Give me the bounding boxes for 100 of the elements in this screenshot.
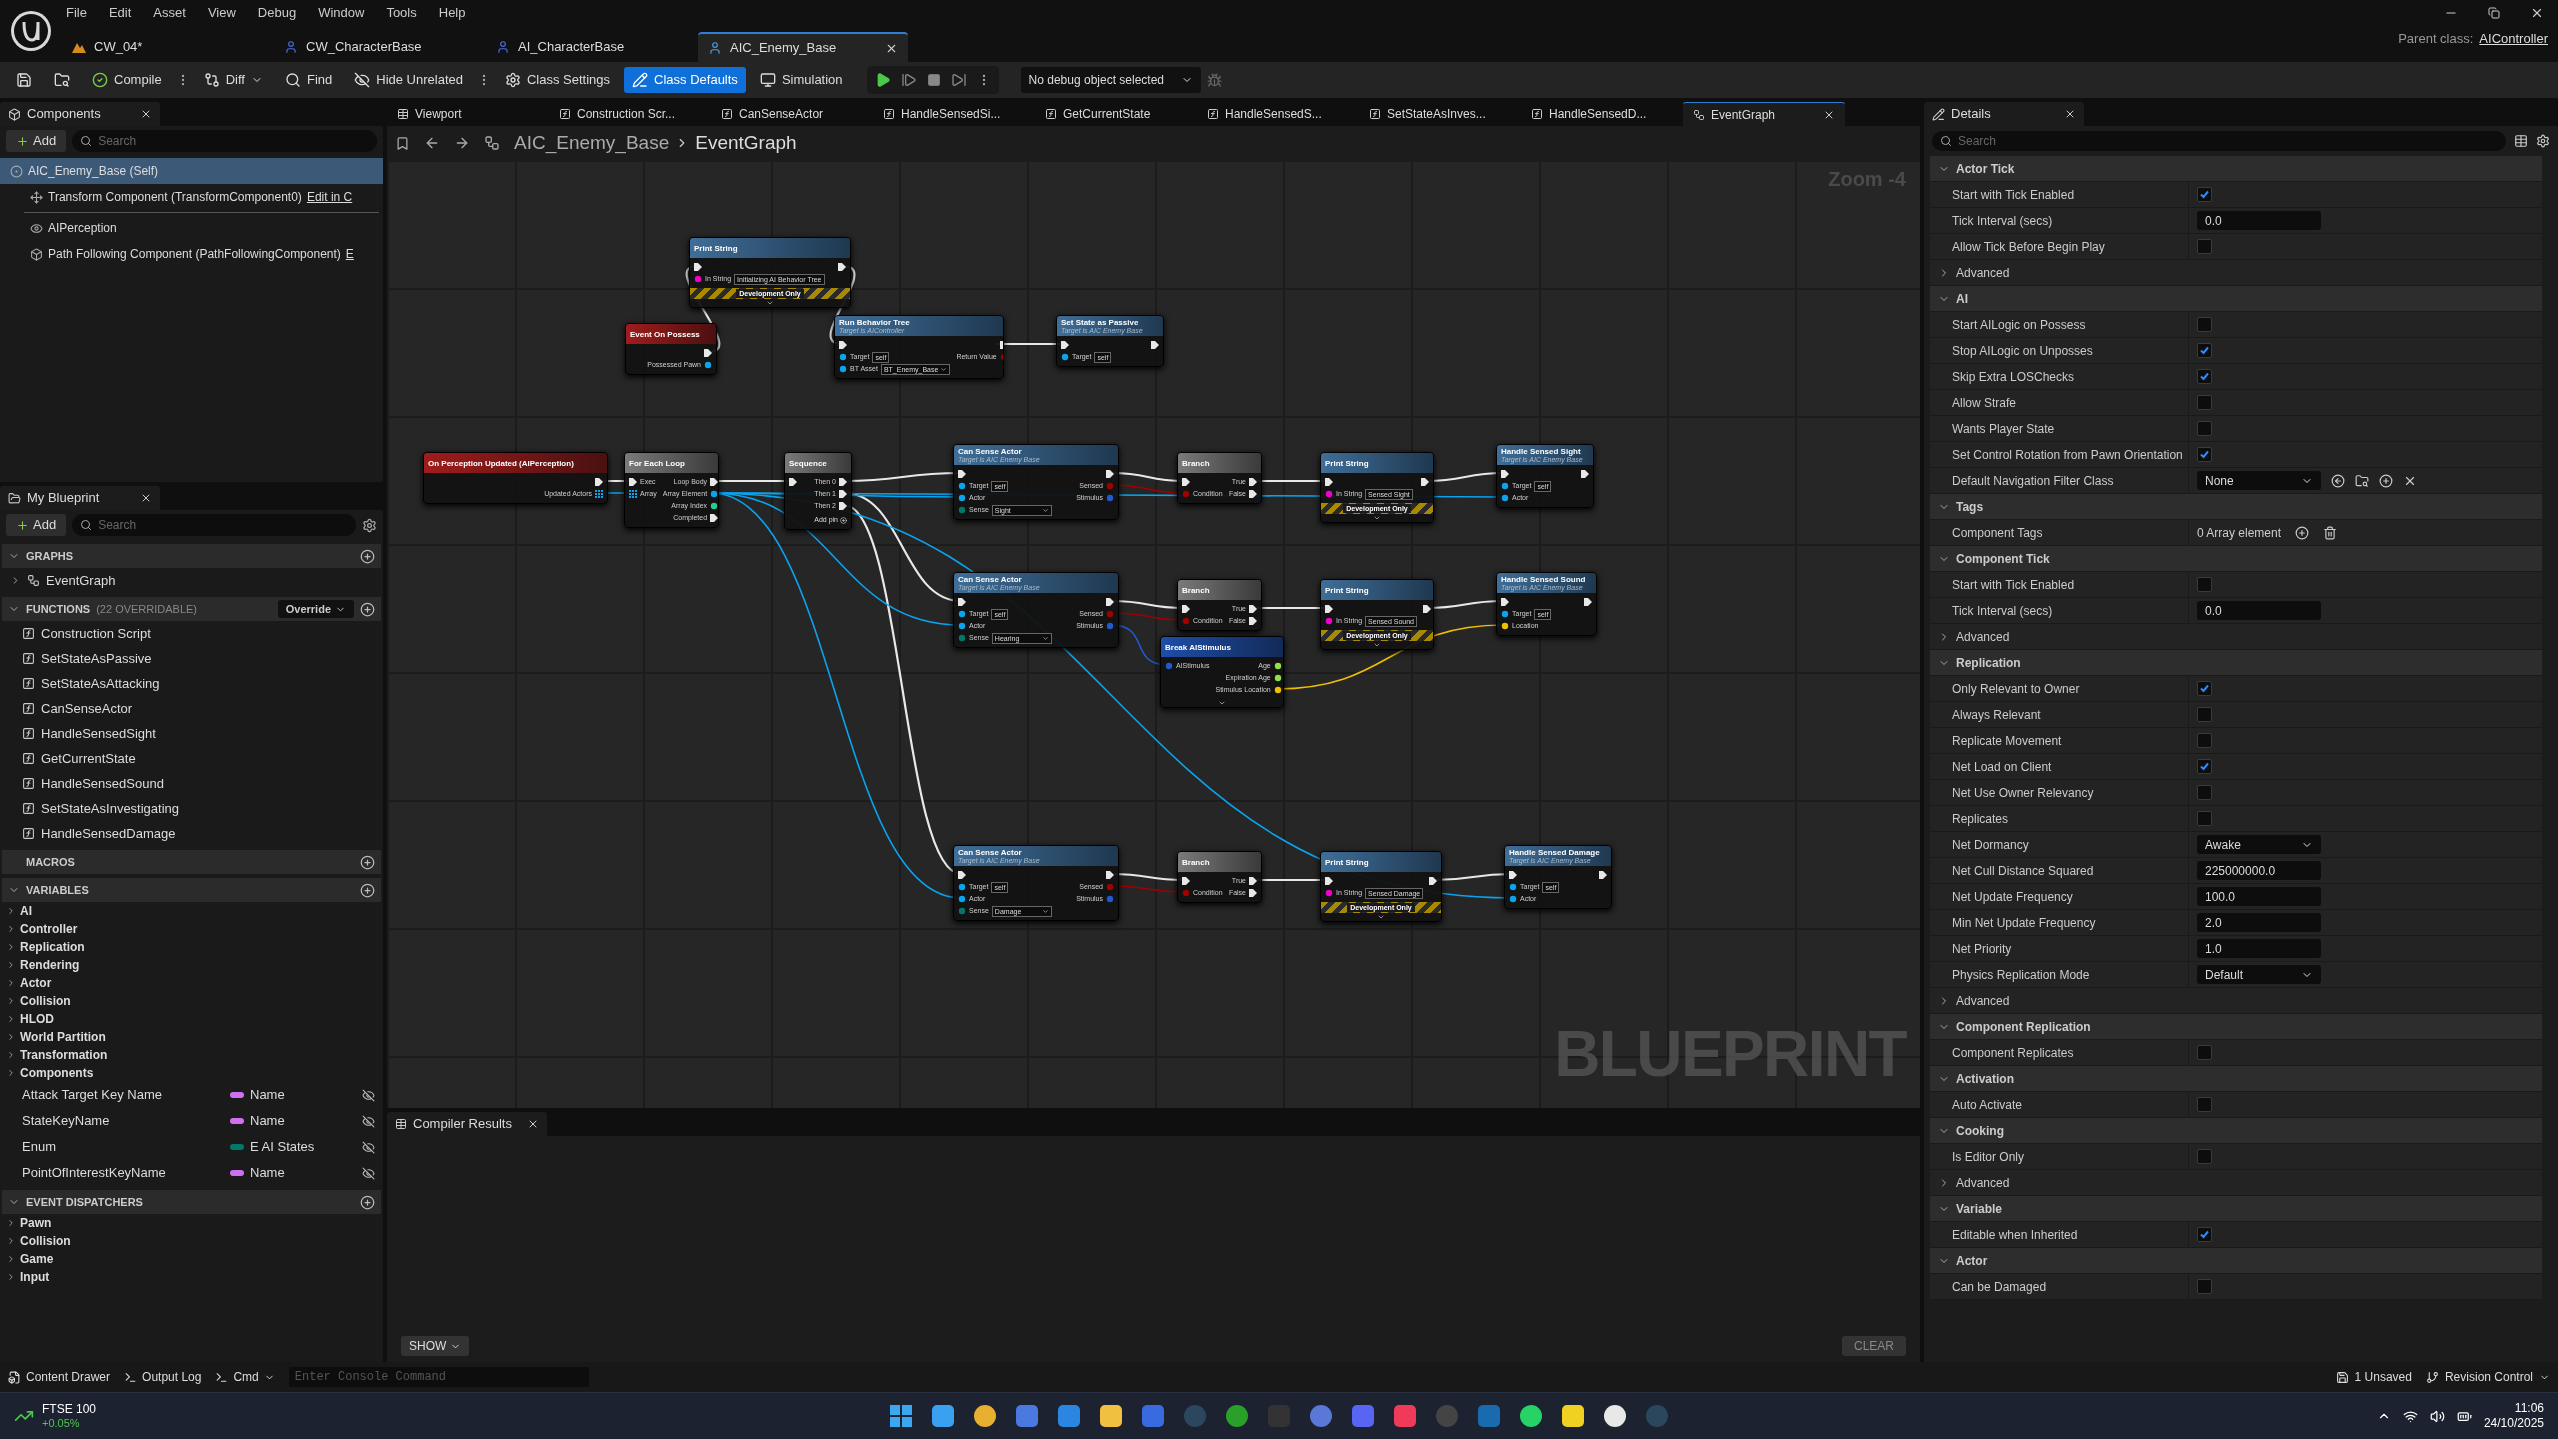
output-log-button[interactable]: Output Log [124, 1368, 202, 1386]
blueprint-list-item[interactable]: HandleSensedSight [2, 721, 381, 746]
category-header[interactable]: Component Tick [1930, 546, 2542, 572]
category-header[interactable]: Component Replication [1930, 1014, 2542, 1040]
graph-tab[interactable]: HandleSensedD... [1521, 102, 1683, 126]
blueprint-list-item[interactable]: SetStateAsInvestigating [2, 796, 381, 821]
menu-item[interactable]: Asset [153, 3, 186, 23]
graph-tab[interactable]: HandleSensedSi... [873, 102, 1035, 126]
category-row[interactable]: Components [2, 1064, 381, 1082]
show-dropdown[interactable]: SHOW [401, 1336, 470, 1356]
panel-tab[interactable]: Compiler Results [387, 1112, 547, 1136]
number-field[interactable]: 2.0 [2197, 913, 2321, 932]
category-row[interactable]: Rendering [2, 956, 381, 974]
graph-tab[interactable]: SetStateAsInves... [1359, 102, 1521, 126]
variable-row[interactable]: StateKeyName Name [2, 1108, 381, 1134]
blueprint-list-item[interactable]: HandleSensedDamage [2, 821, 381, 846]
category-row[interactable]: Game [2, 1250, 381, 1268]
category-row[interactable]: Input [2, 1268, 381, 1286]
number-field[interactable]: 0.0 [2197, 601, 2321, 620]
section-header[interactable]: FUNCTIONS (22 OVERRIDABLE) Override [2, 597, 381, 621]
add-button[interactable]: Add [6, 514, 67, 536]
category-header[interactable]: Actor [1930, 1248, 2542, 1274]
graph-tab[interactable]: Viewport [387, 102, 549, 126]
document-tab[interactable]: CW_CharacterBase [274, 32, 484, 62]
menu-item[interactable]: View [207, 3, 236, 23]
debug-object-dropdown[interactable]: No debug object selected [1020, 67, 1201, 93]
edit-link[interactable]: Edit in C [306, 188, 353, 206]
graph-tab[interactable]: EventGraph [1683, 102, 1845, 126]
blueprint-list-item[interactable]: SetStateAsPassive [2, 646, 381, 671]
category-row[interactable]: AI [2, 902, 381, 920]
component-tree-item[interactable]: Transform Component (TransformComponent0) Edit in C [0, 184, 383, 210]
document-tab[interactable]: AI_CharacterBase [486, 32, 696, 62]
override-dropdown[interactable]: Override [277, 600, 354, 618]
category-header[interactable]: Variable [1930, 1196, 2542, 1222]
variable-row[interactable]: PointOfInterestKeyName Name [2, 1160, 381, 1186]
component-tree-item[interactable]: AIPerception [0, 215, 383, 241]
breadcrumb-item[interactable]: EventGraph [695, 128, 797, 158]
variable-row[interactable]: Enum E AI States [2, 1134, 381, 1160]
category-header[interactable]: Actor Tick [1930, 156, 2542, 182]
number-field[interactable]: 0.0 [2197, 211, 2321, 230]
clock[interactable]: 11:06 24/10/2025 [2483, 1401, 2544, 1431]
toolbar-button[interactable]: Find [276, 67, 341, 93]
blueprint-list-item[interactable]: EventGraph [2, 568, 381, 593]
console-input[interactable]: Enter Console Command [288, 1367, 589, 1387]
clear-button[interactable]: CLEAR [1842, 1336, 1906, 1356]
category-row[interactable]: World Partition [2, 1028, 381, 1046]
add-button[interactable]: Add [6, 130, 67, 152]
panel-tab[interactable]: Components [0, 102, 160, 126]
parent-class-link[interactable]: AIController [2479, 29, 2548, 49]
category-header[interactable]: Cooking [1930, 1118, 2542, 1144]
category-row[interactable]: Replication [2, 938, 381, 956]
category-row[interactable]: Collision [2, 992, 381, 1010]
search-field[interactable]: Search [72, 130, 377, 152]
toolbar-button[interactable]: Compile [84, 67, 170, 93]
category-row[interactable]: Actor [2, 974, 381, 992]
cmd-dropdown[interactable]: Cmd [215, 1368, 275, 1386]
edit-link[interactable]: E [345, 245, 354, 263]
graph-tab[interactable]: GetCurrentState [1035, 102, 1197, 126]
toolbar-button[interactable]: Class Settings [496, 67, 619, 93]
category-header[interactable]: AI [1930, 286, 2542, 312]
category-header[interactable]: Tags [1930, 494, 2542, 520]
category-row[interactable]: Transformation [2, 1046, 381, 1064]
component-tree-item[interactable]: Path Following Component (PathFollowingComponent) E [0, 241, 383, 267]
category-row[interactable]: Pawn [2, 1214, 381, 1232]
category-row[interactable]: Collision [2, 1232, 381, 1250]
panel-tab[interactable]: Details [1924, 102, 2084, 126]
section-header[interactable]: VARIABLES [2, 878, 381, 902]
graph-tab[interactable]: HandleSensedS... [1197, 102, 1359, 126]
blueprint-list-item[interactable]: CanSenseActor [2, 696, 381, 721]
number-field[interactable]: 100.0 [2197, 887, 2321, 906]
category-header[interactable]: Activation [1930, 1066, 2542, 1092]
blueprint-list-item[interactable]: SetStateAsAttacking [2, 671, 381, 696]
menu-item[interactable]: Edit [108, 3, 132, 23]
graph-tab[interactable]: CanSenseActor [711, 102, 873, 126]
dropdown[interactable]: Awake [2197, 835, 2321, 854]
panel-tab[interactable]: My Blueprint [0, 486, 160, 510]
content-drawer-button[interactable]: Content Drawer [8, 1368, 111, 1386]
category-row[interactable]: Controller [2, 920, 381, 938]
toolbar-button[interactable]: Class Defaults [624, 67, 746, 93]
search-input[interactable]: Search [98, 516, 348, 534]
unsaved-button[interactable]: 1 Unsaved [2335, 1368, 2412, 1386]
menu-item[interactable]: Help [438, 3, 466, 23]
breadcrumb-item[interactable]: AIC_Enemy_Base [514, 128, 670, 158]
document-tab[interactable]: AIC_Enemy_Base [698, 32, 908, 62]
blueprint-list-item[interactable]: HandleSensedSound [2, 771, 381, 796]
category-header[interactable]: Replication [1930, 650, 2542, 676]
number-field[interactable]: 225000000.0 [2197, 861, 2321, 880]
section-header[interactable]: MACROS [2, 850, 381, 874]
search-field[interactable]: Search [1932, 131, 2506, 151]
category-row[interactable]: HLOD [2, 1010, 381, 1028]
search-field[interactable]: Search [72, 514, 356, 536]
number-field[interactable]: 1.0 [2197, 939, 2321, 958]
dropdown[interactable]: Default [2197, 965, 2321, 984]
search-input[interactable]: Search [98, 132, 369, 150]
document-tab[interactable]: CW_04* [62, 32, 272, 62]
blueprint-list-item[interactable]: GetCurrentState [2, 746, 381, 771]
section-header[interactable]: GRAPHS [2, 544, 381, 568]
menu-item[interactable]: Window [318, 3, 365, 23]
blueprint-list-item[interactable]: Construction Script [2, 621, 381, 646]
toolbar-button[interactable]: Diff [195, 67, 271, 93]
